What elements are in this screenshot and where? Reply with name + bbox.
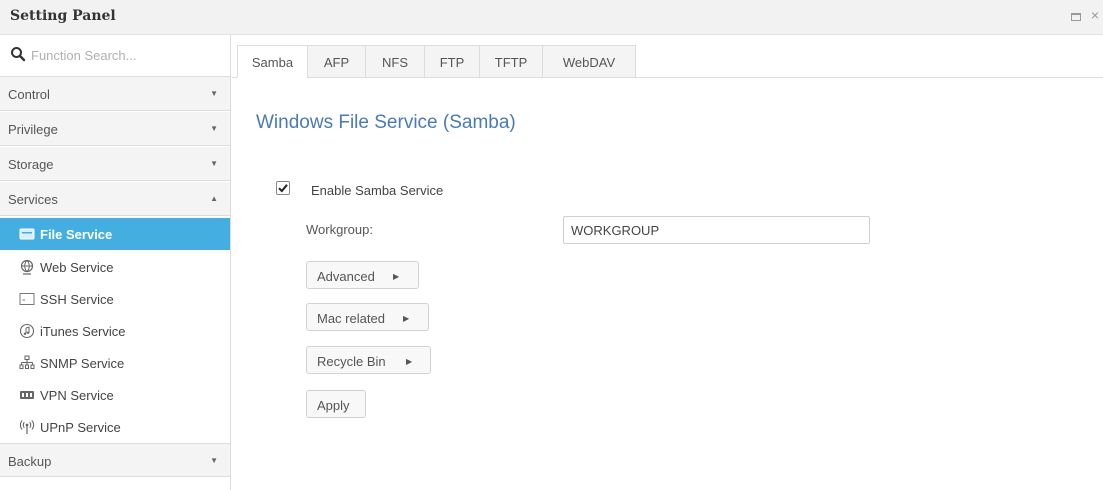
sidebar-item-label: UPnP Service xyxy=(40,420,121,435)
maximize-icon[interactable] xyxy=(1071,13,1081,21)
sidebar-group-label: Services xyxy=(8,192,58,207)
sidebar-group-label: Backup xyxy=(8,454,52,469)
sidebar-item-label: VPN Service xyxy=(40,388,114,403)
tab-label: FTP xyxy=(439,55,465,70)
sidebar-item-file-service[interactable]: File Service xyxy=(0,218,230,250)
workgroup-label: Workgroup: xyxy=(306,222,373,237)
terminal-icon xyxy=(19,293,35,305)
apply-button[interactable]: Apply xyxy=(306,390,366,418)
sidebar-group-label: Control xyxy=(8,87,50,102)
tab-afp[interactable]: AFP xyxy=(307,45,366,78)
tab-tftp[interactable]: TFTP xyxy=(479,45,543,78)
advanced-button-label: Advanced xyxy=(317,269,375,284)
sidebar-item-vpn-service[interactable]: VPN Service xyxy=(0,379,230,411)
chevron-down-icon: ▼ xyxy=(210,124,218,133)
function-search xyxy=(0,35,230,77)
sidebar-group-privilege[interactable]: Privilege ▼ xyxy=(0,112,230,146)
tab-samba[interactable]: Samba xyxy=(237,45,308,78)
workgroup-input[interactable] xyxy=(563,216,870,244)
mac-related-button[interactable]: Mac related ▶ xyxy=(306,303,429,331)
advanced-button[interactable]: Advanced ▶ xyxy=(306,261,419,289)
sidebar-item-itunes-service[interactable]: iTunes Service xyxy=(0,315,230,347)
apply-button-label: Apply xyxy=(317,398,350,413)
globe-icon xyxy=(20,259,34,275)
mac-related-button-label: Mac related xyxy=(317,311,385,326)
file-service-icon xyxy=(19,228,35,240)
tab-ftp[interactable]: FTP xyxy=(424,45,480,78)
sidebar-item-ssh-service[interactable]: SSH Service xyxy=(0,283,230,315)
sidebar-item-label: File Service xyxy=(40,227,113,242)
music-note-icon xyxy=(19,323,35,339)
network-tree-icon xyxy=(19,355,35,369)
sidebar-group-services[interactable]: Services ▲ xyxy=(0,182,230,216)
tab-label: WebDAV xyxy=(562,55,616,70)
chevron-down-icon: ▼ xyxy=(210,89,218,98)
arrow-right-icon: ▶ xyxy=(403,314,410,323)
sidebar-item-snmp-service[interactable]: SNMP Service xyxy=(0,347,230,379)
enable-samba-checkbox[interactable] xyxy=(276,181,290,195)
enable-samba-label: Enable Samba Service xyxy=(311,183,444,198)
search-icon xyxy=(11,47,26,62)
sidebar: Control ▼ Privilege ▼ Storage ▼ Services… xyxy=(0,35,231,490)
sidebar-item-web-service[interactable]: Web Service xyxy=(0,251,230,283)
close-icon[interactable]: × xyxy=(1091,8,1099,22)
arrow-right-icon: ▶ xyxy=(393,272,400,281)
tab-webdav[interactable]: WebDAV xyxy=(542,45,636,78)
search-input[interactable] xyxy=(31,45,221,65)
checkmark-icon xyxy=(278,184,288,193)
vpn-icon xyxy=(20,391,34,399)
sidebar-group-backup[interactable]: Backup ▼ xyxy=(0,443,230,477)
tab-label: AFP xyxy=(323,55,350,70)
sidebar-item-upnp-service[interactable]: UPnP Service xyxy=(0,411,230,443)
sidebar-group-control[interactable]: Control ▼ xyxy=(0,77,230,111)
sidebar-item-label: iTunes Service xyxy=(40,324,126,339)
sidebar-item-label: Web Service xyxy=(40,260,114,275)
chevron-down-icon: ▼ xyxy=(210,159,218,168)
antenna-icon xyxy=(19,420,35,434)
page-title: Windows File Service (Samba) xyxy=(256,112,516,133)
tab-label: TFTP xyxy=(494,55,528,70)
title-bar: Setting Panel × xyxy=(0,0,1103,35)
chevron-up-icon: ▲ xyxy=(210,194,218,203)
chevron-down-icon: ▼ xyxy=(210,456,218,465)
sidebar-group-label: Storage xyxy=(8,157,54,172)
window-title: Setting Panel xyxy=(10,8,116,24)
arrow-right-icon: ▶ xyxy=(406,357,413,366)
sidebar-group-label: Privilege xyxy=(8,122,58,137)
sidebar-item-label: SSH Service xyxy=(40,292,114,307)
tab-nfs[interactable]: NFS xyxy=(365,45,425,78)
sidebar-item-label: SNMP Service xyxy=(40,356,125,371)
sidebar-group-storage[interactable]: Storage ▼ xyxy=(0,147,230,181)
tab-label: Samba xyxy=(251,55,294,70)
tab-label: NFS xyxy=(382,55,408,70)
recycle-bin-button-label: Recycle Bin xyxy=(317,354,386,369)
recycle-bin-button[interactable]: Recycle Bin ▶ xyxy=(306,346,431,374)
